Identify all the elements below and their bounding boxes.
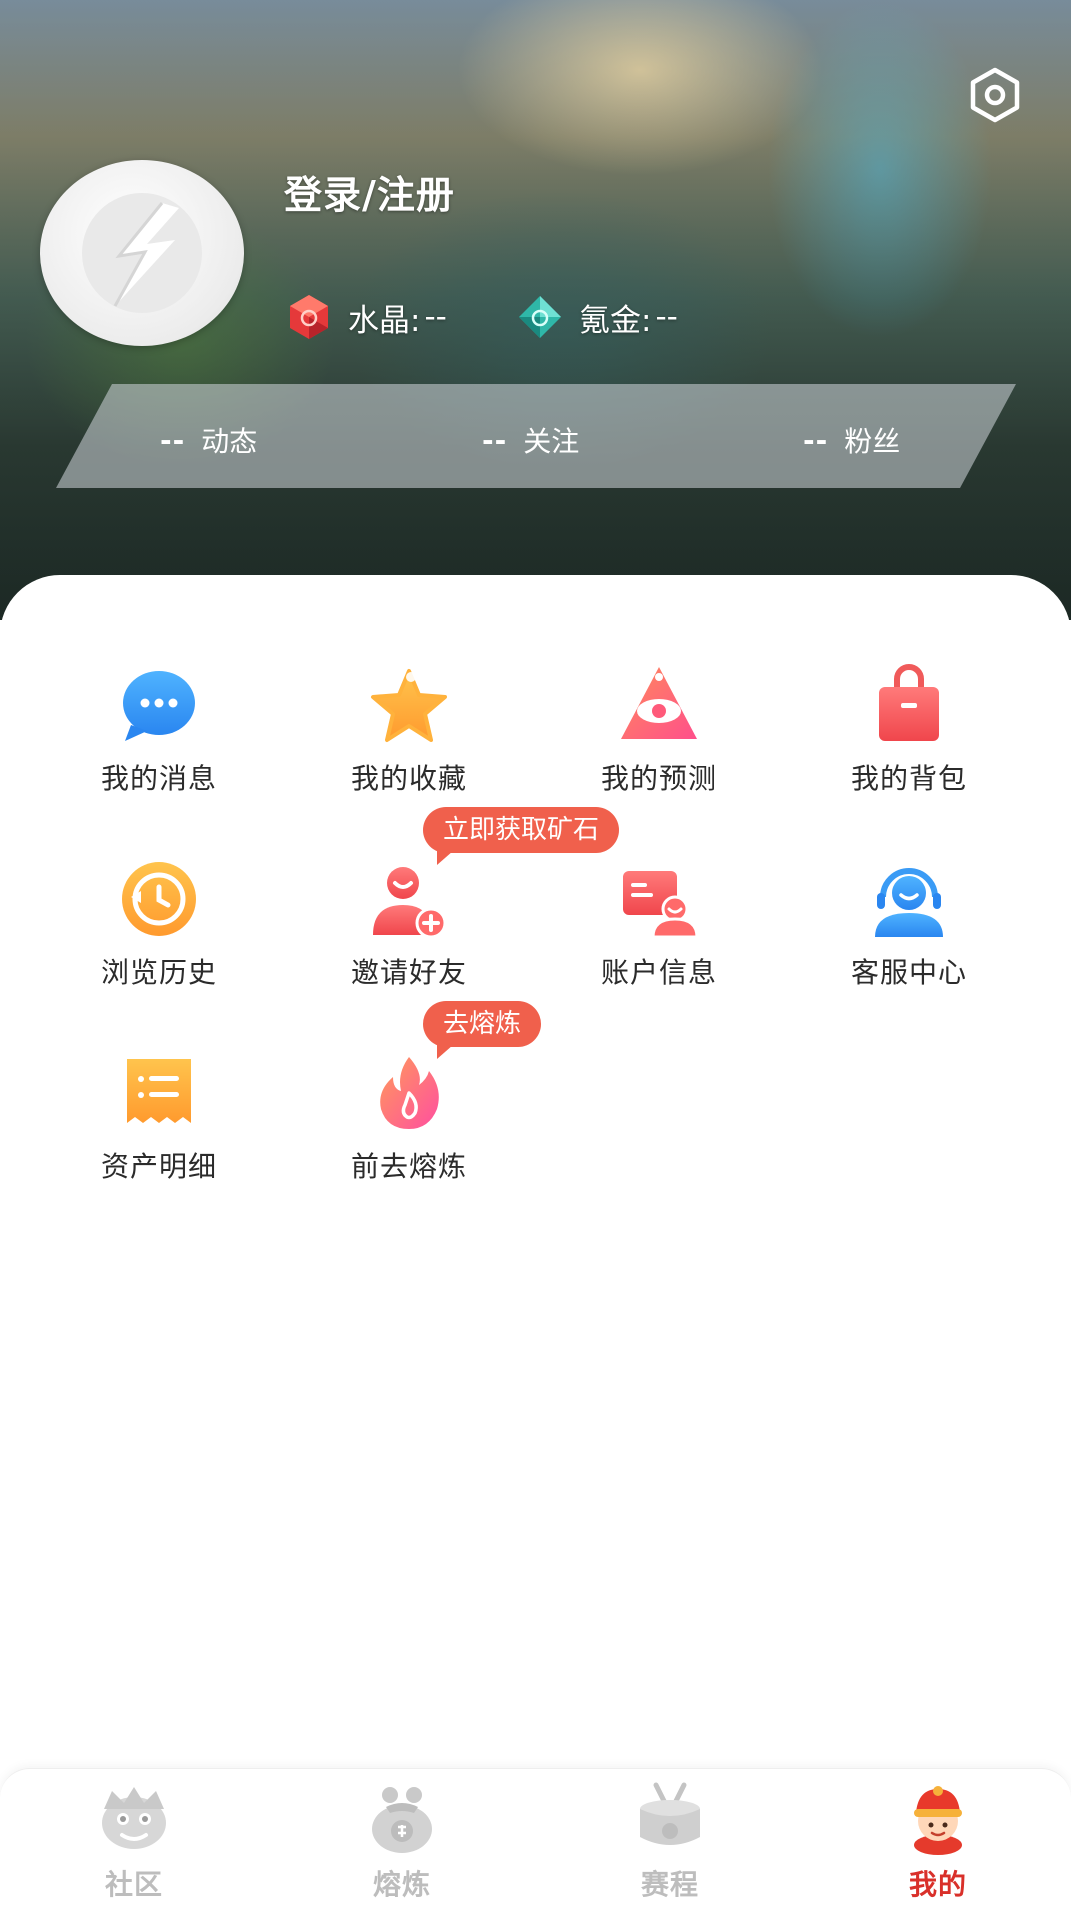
tab-schedule[interactable]: 赛程 xyxy=(590,1779,750,1909)
add-friend-icon xyxy=(373,867,447,939)
crystal-balance: 水晶: -- xyxy=(284,292,447,342)
history-clock-icon xyxy=(122,862,196,936)
menu-label: 浏览历史 xyxy=(100,956,217,989)
menu-label: 资产明细 xyxy=(100,1150,217,1183)
crystal-label: 水晶: xyxy=(348,302,421,339)
star-icon xyxy=(371,669,447,742)
chat-bubble-icon xyxy=(123,671,195,741)
mascot-icon xyxy=(914,1786,962,1855)
menu-label: 我的背包 xyxy=(850,762,967,795)
stats-bar: -- 动态 -- 关注 -- 粉丝 xyxy=(56,384,1016,488)
following-label: 关注 xyxy=(523,425,580,458)
fans-label: 粉丝 xyxy=(844,425,901,458)
settings-button[interactable] xyxy=(966,66,1024,124)
stat-fans[interactable]: -- 粉丝 xyxy=(803,420,900,460)
tab-mine[interactable]: 我的 xyxy=(858,1779,1018,1909)
shopping-bag-icon xyxy=(879,664,939,741)
menu-label: 我的预测 xyxy=(600,762,717,795)
stat-dynamics[interactable]: -- 动态 xyxy=(160,420,257,460)
crystal-value: -- xyxy=(424,299,447,335)
following-count: -- xyxy=(482,423,508,457)
receipt-icon xyxy=(127,1059,191,1123)
menu-label: 前去熔炼 xyxy=(350,1150,467,1183)
menu-item-go-smelt[interactable]: 前去熔炼 xyxy=(309,1051,509,1201)
krypton-value: -- xyxy=(655,299,678,335)
stat-following[interactable]: -- 关注 xyxy=(482,420,579,460)
krypton-balance: 氪金: -- xyxy=(515,292,678,342)
headset-icon xyxy=(875,868,943,937)
menu-item-predictions[interactable]: 我的预测 xyxy=(559,663,759,813)
tab-smelt[interactable]: 熔炼 xyxy=(322,1779,482,1909)
tab-community[interactable]: 社区 xyxy=(54,1779,214,1909)
lightning-logo-icon xyxy=(82,193,202,313)
menu-label: 我的收藏 xyxy=(350,762,467,795)
menu-panel: 我的消息 我的收藏 我的预测 我的背包 浏览历史 邀请好友 账户信息 客服中心 … xyxy=(0,575,1071,1770)
menu-item-customer-service[interactable]: 客服中心 xyxy=(809,857,1009,1007)
menu-item-invite-friends[interactable]: 邀请好友 xyxy=(309,857,509,1007)
menu-item-history[interactable]: 浏览历史 xyxy=(59,857,259,1007)
avatar[interactable] xyxy=(40,160,244,346)
menu-label: 客服中心 xyxy=(850,956,967,989)
menu-item-account-info[interactable]: 账户信息 xyxy=(559,857,759,1007)
menu-label: 邀请好友 xyxy=(350,956,467,989)
tab-label: 我的 xyxy=(908,1868,967,1901)
menu-item-messages[interactable]: 我的消息 xyxy=(59,663,259,813)
menu-label: 账户信息 xyxy=(600,956,717,989)
dynamics-count: -- xyxy=(160,423,186,457)
tab-label: 社区 xyxy=(104,1868,163,1901)
drum-icon xyxy=(640,1782,700,1845)
menu-item-asset-details[interactable]: 资产明细 xyxy=(59,1051,259,1201)
flame-icon xyxy=(380,1057,439,1129)
teal-gem-icon xyxy=(519,296,561,338)
fans-count: -- xyxy=(803,423,829,457)
red-crystal-icon xyxy=(290,295,328,339)
dynamics-label: 动态 xyxy=(201,425,258,458)
login-register-link[interactable]: 登录/注册 xyxy=(284,164,455,219)
account-card-icon xyxy=(623,871,699,939)
tab-label: 熔炼 xyxy=(372,1868,431,1901)
menu-label: 我的消息 xyxy=(100,762,217,795)
invite-reward-bubble[interactable]: 立即获取矿石 xyxy=(423,807,620,865)
menu-item-backpack[interactable]: 我的背包 xyxy=(809,663,1009,813)
krypton-label: 氪金: xyxy=(579,302,652,339)
bottom-tab-bar: 社区 熔炼 赛程 我的 xyxy=(0,1768,1071,1911)
lion-icon xyxy=(102,1787,166,1849)
menu-item-favorites[interactable]: 我的收藏 xyxy=(309,663,509,813)
tab-label: 赛程 xyxy=(640,1868,699,1901)
smelt-bubble[interactable]: 去熔炼 xyxy=(423,1001,542,1059)
eye-triangle-icon xyxy=(621,667,697,739)
lucky-bag-icon xyxy=(372,1787,432,1853)
settings-hex-icon xyxy=(970,67,1020,123)
